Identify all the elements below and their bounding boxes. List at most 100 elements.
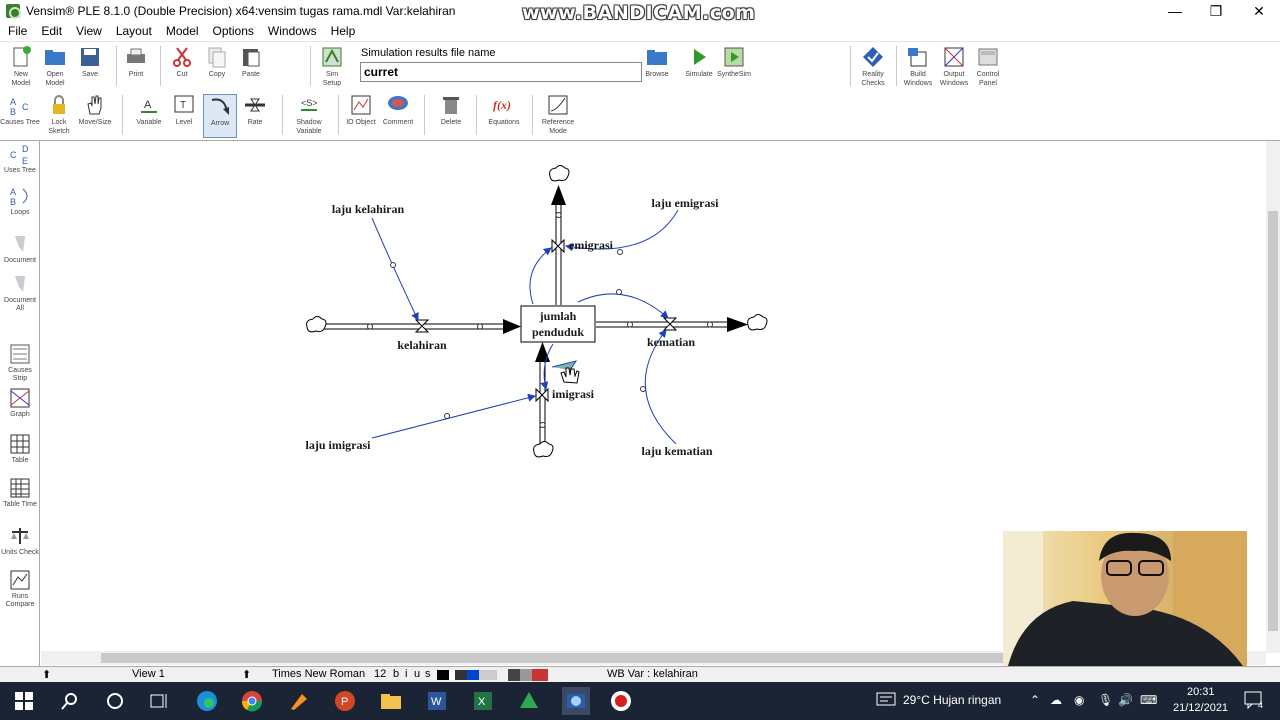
link-stock-to-emigrasi[interactable]	[529, 247, 552, 305]
pipe-handle[interactable]	[555, 212, 562, 218]
aux-laju-imigrasi[interactable]: laju imigrasi	[306, 438, 372, 452]
loops-button[interactable]: AB Loops	[0, 185, 40, 217]
level-tool-button[interactable]: T Level	[169, 94, 199, 127]
view-selector-icon[interactable]: ⬆	[42, 668, 51, 681]
cortana-icon[interactable]	[103, 689, 127, 713]
google-drive-icon[interactable]	[517, 689, 541, 713]
flow-label-kelahiran[interactable]: kelahiran	[397, 338, 447, 352]
synthesim-button[interactable]: SyntheSim	[716, 46, 752, 79]
flow-label-imigrasi[interactable]: imigrasi	[552, 387, 595, 401]
link-laju-imigrasi-to-imigrasi[interactable]	[371, 393, 536, 439]
windows-start-icon[interactable]	[12, 689, 36, 713]
clock-time[interactable]: 20:31	[1187, 686, 1215, 698]
excel-icon[interactable]: X	[471, 689, 495, 713]
sim-setup-button[interactable]: Sim Setup	[316, 46, 348, 88]
vertical-scrollbar[interactable]	[1266, 141, 1280, 653]
rate-tool-button[interactable]: Rate	[240, 94, 270, 127]
equations-button[interactable]: f(x) Equations	[486, 94, 522, 127]
bold-toggle[interactable]: b	[393, 668, 399, 680]
reality-checks-button[interactable]: Reality Checks	[856, 46, 890, 88]
pipe-handle[interactable]	[477, 323, 483, 330]
camera-tray-icon[interactable]: ◉	[1074, 693, 1084, 707]
output-windows-button[interactable]: Output Windows	[936, 46, 972, 88]
pen-app-icon[interactable]	[287, 689, 311, 713]
close-button[interactable]: ✕	[1236, 0, 1280, 22]
font-size-selector[interactable]: 12	[374, 668, 386, 680]
restore-button[interactable]: ❐	[1193, 0, 1239, 22]
units-check-button[interactable]: Units Check	[0, 525, 40, 557]
sim-file-input[interactable]	[360, 62, 642, 82]
table-time-button[interactable]: Table Time	[0, 477, 40, 509]
open-model-button[interactable]: Open Model	[40, 46, 70, 88]
menu-help[interactable]: Help	[323, 24, 362, 38]
menu-file[interactable]: File	[0, 24, 33, 38]
control-panel-button[interactable]: Control Panel	[970, 46, 1006, 88]
save-button[interactable]: Save	[75, 46, 105, 79]
io-object-button[interactable]: IO Object	[344, 94, 378, 127]
graph-button[interactable]: Graph	[0, 387, 40, 419]
valve-kelahiran[interactable]	[414, 319, 430, 333]
keyboard-icon[interactable]: ⌨	[1140, 693, 1157, 707]
document-button[interactable]: Document	[0, 233, 40, 265]
comment-button[interactable]: Comment	[380, 94, 416, 127]
chrome-browser-icon[interactable]	[240, 689, 264, 713]
pipe-handle[interactable]	[539, 422, 546, 428]
cloud-sync-icon[interactable]: ☁	[1050, 693, 1062, 707]
task-view-icon[interactable]	[148, 689, 172, 713]
valve-kematian[interactable]	[662, 317, 678, 331]
clock-date[interactable]: 21/12/2021	[1173, 702, 1228, 714]
browse-button[interactable]: Browse	[641, 46, 673, 79]
search-icon[interactable]	[58, 689, 82, 713]
causes-strip-button[interactable]: Causes Strip	[0, 343, 40, 383]
show-hidden-icons-chevron-icon[interactable]: ⌃	[1030, 693, 1040, 707]
weather-text[interactable]: 29°C Hujan ringan	[903, 693, 1001, 707]
menu-model[interactable]: Model	[158, 24, 205, 38]
menu-layout[interactable]: Layout	[108, 24, 158, 38]
flow-label-kematian[interactable]: kematian	[647, 335, 695, 349]
word-icon[interactable]: W	[425, 689, 449, 713]
weather-icon[interactable]	[876, 691, 896, 710]
menu-view[interactable]: View	[68, 24, 108, 38]
reference-mode-button[interactable]: Reference Mode	[539, 94, 577, 136]
flow-label-emigrasi[interactable]: emigrasi	[569, 238, 614, 252]
document-all-button[interactable]: Document All	[0, 273, 40, 313]
pipe-handle[interactable]	[367, 323, 373, 330]
build-windows-button[interactable]: Build Windows	[900, 46, 936, 88]
minimize-button[interactable]: —	[1152, 0, 1198, 22]
italic-toggle[interactable]: i	[405, 668, 407, 680]
shadow-variable-button[interactable]: <S> Shadow Variable	[290, 94, 328, 136]
view-selector[interactable]: View 1	[132, 668, 165, 680]
move-size-button[interactable]: Move/Size	[78, 94, 112, 127]
paste-button[interactable]: Paste	[236, 46, 266, 79]
underline-toggle[interactable]: u	[414, 668, 420, 680]
file-explorer-icon[interactable]	[379, 689, 403, 713]
volume-icon[interactable]: 🔊	[1118, 693, 1133, 707]
arrow-tool-button[interactable]: Arrow	[203, 94, 237, 138]
table-button[interactable]: Table	[0, 433, 40, 465]
font-selector-icon[interactable]: ⬆	[242, 668, 251, 681]
valve-imigrasi[interactable]	[535, 387, 549, 403]
menu-edit[interactable]: Edit	[33, 24, 68, 38]
new-model-button[interactable]: New Model	[6, 46, 36, 88]
print-button[interactable]: Print	[121, 46, 151, 79]
stock-jumlah-penduduk[interactable]: jumlah penduduk	[520, 305, 596, 343]
pipe-handle[interactable]	[627, 321, 633, 328]
color-palette-buttons[interactable]	[437, 670, 497, 680]
causes-tree-button[interactable]: ABC Causes Tree	[0, 95, 40, 127]
font-selector[interactable]: Times New Roman	[272, 668, 365, 680]
vensim-taskbar-icon[interactable]	[562, 687, 590, 715]
aux-laju-emigrasi[interactable]: laju emigrasi	[652, 196, 720, 210]
cut-button[interactable]: Cut	[167, 46, 197, 79]
menu-options[interactable]: Options	[205, 24, 260, 38]
variable-tool-button[interactable]: A Variable	[134, 94, 164, 127]
vertical-scroll-thumb[interactable]	[1268, 211, 1278, 631]
lock-sketch-button[interactable]: Lock Sketch	[44, 94, 74, 136]
uses-tree-button[interactable]: CDE Uses Tree	[0, 143, 40, 175]
link-laju-kelahiran-to-kelahiran[interactable]	[371, 217, 419, 321]
microphone-icon[interactable]: 🎙	[1098, 693, 1113, 707]
valve-emigrasi[interactable]	[551, 238, 565, 254]
edge-browser-icon[interactable]	[195, 689, 219, 713]
delete-button[interactable]: Delete	[436, 94, 466, 127]
strikethrough-toggle[interactable]: s	[425, 668, 431, 680]
aux-laju-kematian[interactable]: laju kematian	[641, 444, 712, 458]
